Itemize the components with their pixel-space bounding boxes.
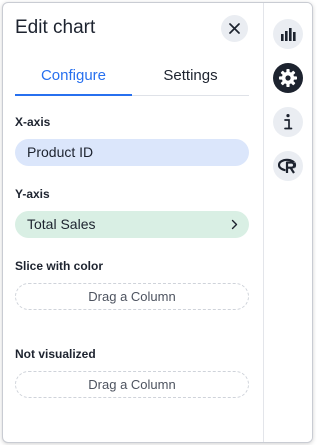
x-axis-column-name: Product ID — [27, 144, 94, 160]
x-axis-column-chip[interactable]: Product ID — [15, 139, 249, 166]
y-axis-column-chip[interactable]: Total Sales — [15, 211, 249, 238]
info-icon — [284, 114, 293, 130]
chart-type-button[interactable] — [273, 19, 303, 49]
configure-button[interactable] — [273, 63, 303, 93]
info-button[interactable] — [273, 107, 303, 137]
x-axis-label: X-axis — [15, 115, 51, 129]
tab-settings[interactable]: Settings — [132, 59, 249, 95]
r-script-icon — [278, 158, 297, 174]
edit-chart-dialog: Edit chart Configure Settings X-axis Pro… — [2, 2, 313, 443]
edit-chart-panel: Edit chart Configure Settings X-axis Pro… — [3, 3, 264, 442]
slice-with-color-dropzone[interactable]: Drag a Column — [15, 283, 249, 310]
panel-title: Edit chart — [15, 17, 96, 38]
r-analysis-button[interactable] — [273, 151, 303, 181]
right-icon-rail — [264, 3, 312, 442]
slice-with-color-label: Slice with color — [15, 259, 104, 273]
not-visualized-label: Not visualized — [15, 347, 96, 361]
gear-icon — [279, 69, 297, 87]
bar-chart-icon — [281, 28, 296, 41]
not-visualized-dropzone[interactable]: Drag a Column — [15, 371, 249, 398]
tab-configure[interactable]: Configure — [15, 59, 132, 96]
y-axis-label: Y-axis — [15, 187, 50, 201]
tab-bar: Configure Settings — [15, 59, 249, 96]
y-axis-column-name: Total Sales — [27, 216, 96, 232]
close-button[interactable] — [221, 15, 248, 42]
close-icon — [229, 23, 240, 34]
chevron-right-icon[interactable] — [229, 211, 239, 238]
